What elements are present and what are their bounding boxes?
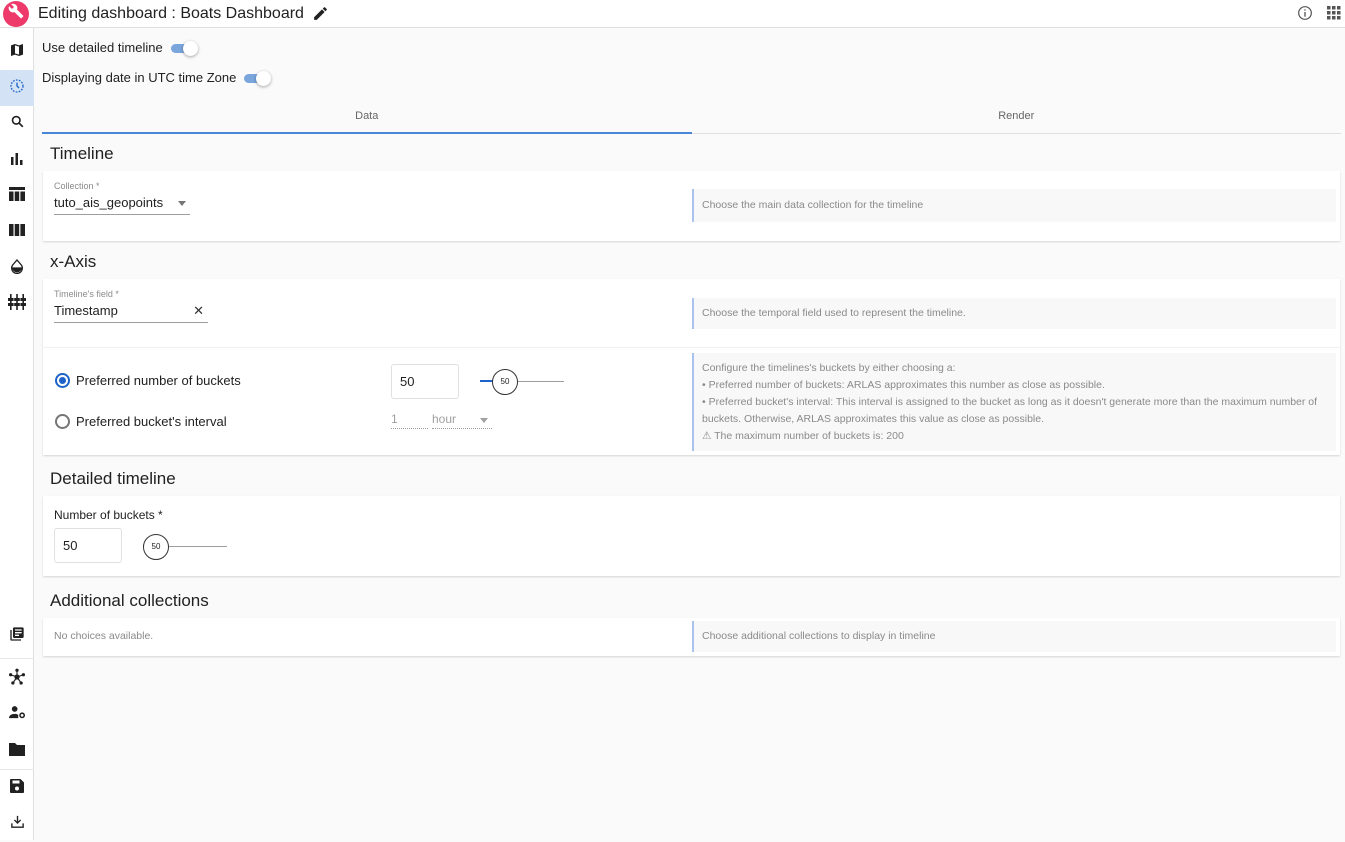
save-icon — [10, 778, 24, 798]
sidebar — [0, 28, 34, 840]
library-icon — [9, 626, 25, 647]
drop-icon — [9, 258, 25, 279]
sidebar-item-save[interactable] — [0, 770, 34, 806]
download-icon — [10, 814, 25, 834]
apps-grid-icon[interactable] — [1327, 6, 1341, 25]
detailed-buckets-label: Number of buckets * — [54, 508, 163, 522]
timeline-field-value: Timestamp — [54, 303, 118, 318]
detailed-buckets-input[interactable]: 50 — [54, 528, 122, 563]
sidebar-item-timeline[interactable] — [0, 70, 34, 106]
sidebar-item-folder[interactable] — [0, 733, 34, 769]
no-choices-text: No choices available. — [54, 630, 154, 642]
user-settings-icon — [8, 705, 26, 725]
detailed-timeline-label: Use detailed timeline — [42, 40, 163, 55]
sidebar-item-library[interactable] — [0, 618, 34, 654]
interval-value: 1 — [391, 412, 398, 426]
utc-label: Displaying date in UTC time Zone — [42, 70, 237, 85]
buckets-help-line: ⚠ The maximum number of buckets is: 200 — [702, 429, 904, 442]
collection-select[interactable]: tuto_ais_geopoints — [54, 195, 190, 215]
clear-icon[interactable]: ✕ — [193, 303, 204, 319]
sidebar-item-analytics[interactable] — [0, 142, 34, 178]
detailed-timeline-toggle-row: Use detailed timeline — [42, 40, 198, 56]
sidebar-item-style[interactable] — [0, 250, 34, 286]
page-title: Editing dashboard : Boats Dashboard — [38, 4, 304, 22]
interval-value-input[interactable]: 1 — [391, 412, 428, 429]
tab-data[interactable]: Data — [42, 100, 692, 134]
slider-thumb[interactable]: 50 — [492, 369, 518, 395]
main-content: Use detailed timeline Displaying date in… — [34, 28, 1345, 840]
chevron-down-icon — [480, 418, 488, 423]
bar-chart-icon — [10, 151, 24, 170]
info-icon[interactable] — [1297, 5, 1313, 26]
buckets-help: Configure the timelines's buckets by eit… — [692, 353, 1336, 451]
sidebar-item-hub[interactable] — [0, 661, 34, 697]
collection-help-text: Choose the main data collection for the … — [702, 199, 924, 211]
sliders-icon — [8, 293, 26, 315]
pencil-icon[interactable] — [312, 5, 329, 22]
divider — [43, 347, 1340, 348]
sidebar-item-user-settings[interactable] — [0, 697, 34, 733]
additional-card: No choices available. Choose additional … — [43, 618, 1340, 656]
timeline-clock-icon — [9, 78, 25, 99]
top-bar: Editing dashboard : Boats Dashboard — [0, 0, 1345, 28]
radio-preferred-interval-label[interactable]: Preferred bucket's interval — [76, 414, 227, 429]
sidebar-item-search[interactable] — [0, 106, 34, 142]
collection-help: Choose the main data collection for the … — [692, 189, 1336, 222]
detailed-buckets-slider[interactable]: 50 — [143, 531, 227, 561]
interval-unit-select[interactable]: hour — [432, 412, 492, 429]
wrench-icon — [8, 3, 24, 24]
collection-value: tuto_ais_geopoints — [54, 195, 164, 210]
table-icon — [9, 186, 25, 206]
timeline-field-input[interactable]: Timestamp ✕ — [54, 303, 208, 323]
section-title-detailed: Detailed timeline — [50, 469, 176, 488]
slider-thumb[interactable]: 50 — [143, 534, 169, 560]
timeline-field-help: Choose the temporal field used to repres… — [692, 298, 1336, 329]
section-title-timeline: Timeline — [50, 144, 114, 163]
timeline-field-label: Timeline's field * — [54, 289, 119, 299]
radio-preferred-number-label[interactable]: Preferred number of buckets — [76, 373, 241, 388]
sidebar-item-filters[interactable] — [0, 286, 34, 322]
utc-toggle-row: Displaying date in UTC time Zone — [42, 70, 272, 86]
folder-icon — [9, 742, 25, 761]
sidebar-item-table[interactable] — [0, 178, 34, 214]
section-title-additional: Additional collections — [50, 591, 209, 610]
map-icon — [9, 42, 25, 63]
sidebar-divider — [0, 658, 34, 659]
buckets-number-input[interactable]: 50 — [391, 364, 459, 399]
buckets-help-line: Configure the timelines's buckets by eit… — [702, 361, 956, 374]
collection-label: Collection * — [54, 181, 100, 191]
radio-preferred-number[interactable] — [55, 373, 70, 388]
chevron-down-icon — [178, 201, 186, 206]
sidebar-item-map[interactable] — [0, 34, 34, 70]
xaxis-card: Timeline's field * Timestamp ✕ Choose th… — [43, 279, 1340, 455]
buckets-slider[interactable]: 50 — [480, 366, 564, 396]
utc-toggle[interactable] — [244, 70, 272, 86]
detailed-card: Number of buckets * 50 50 — [43, 496, 1340, 576]
tab-bar: Data Render — [42, 100, 1341, 134]
sidebar-item-download[interactable] — [0, 806, 34, 842]
sidebar-item-columns[interactable] — [0, 214, 34, 250]
section-title-xaxis: x-Axis — [50, 252, 97, 271]
app-logo[interactable] — [3, 0, 29, 27]
search-icon — [10, 114, 25, 134]
interval-unit: hour — [432, 412, 457, 426]
additional-help-text: Choose additional collections to display… — [702, 630, 936, 642]
buckets-help-line: • Preferred bucket's interval: This inte… — [702, 395, 1318, 425]
buckets-help-line: • Preferred number of buckets: ARLAS app… — [702, 378, 1105, 391]
additional-help: Choose additional collections to display… — [692, 621, 1336, 652]
tab-render[interactable]: Render — [692, 100, 1342, 133]
timeline-field-help-text: Choose the temporal field used to repres… — [702, 307, 966, 319]
timeline-card: Collection * tuto_ais_geopoints Choose t… — [43, 171, 1340, 241]
detailed-timeline-toggle[interactable] — [170, 40, 198, 56]
columns-icon — [9, 223, 25, 241]
radio-preferred-interval[interactable] — [55, 414, 70, 429]
hub-icon — [8, 668, 26, 691]
